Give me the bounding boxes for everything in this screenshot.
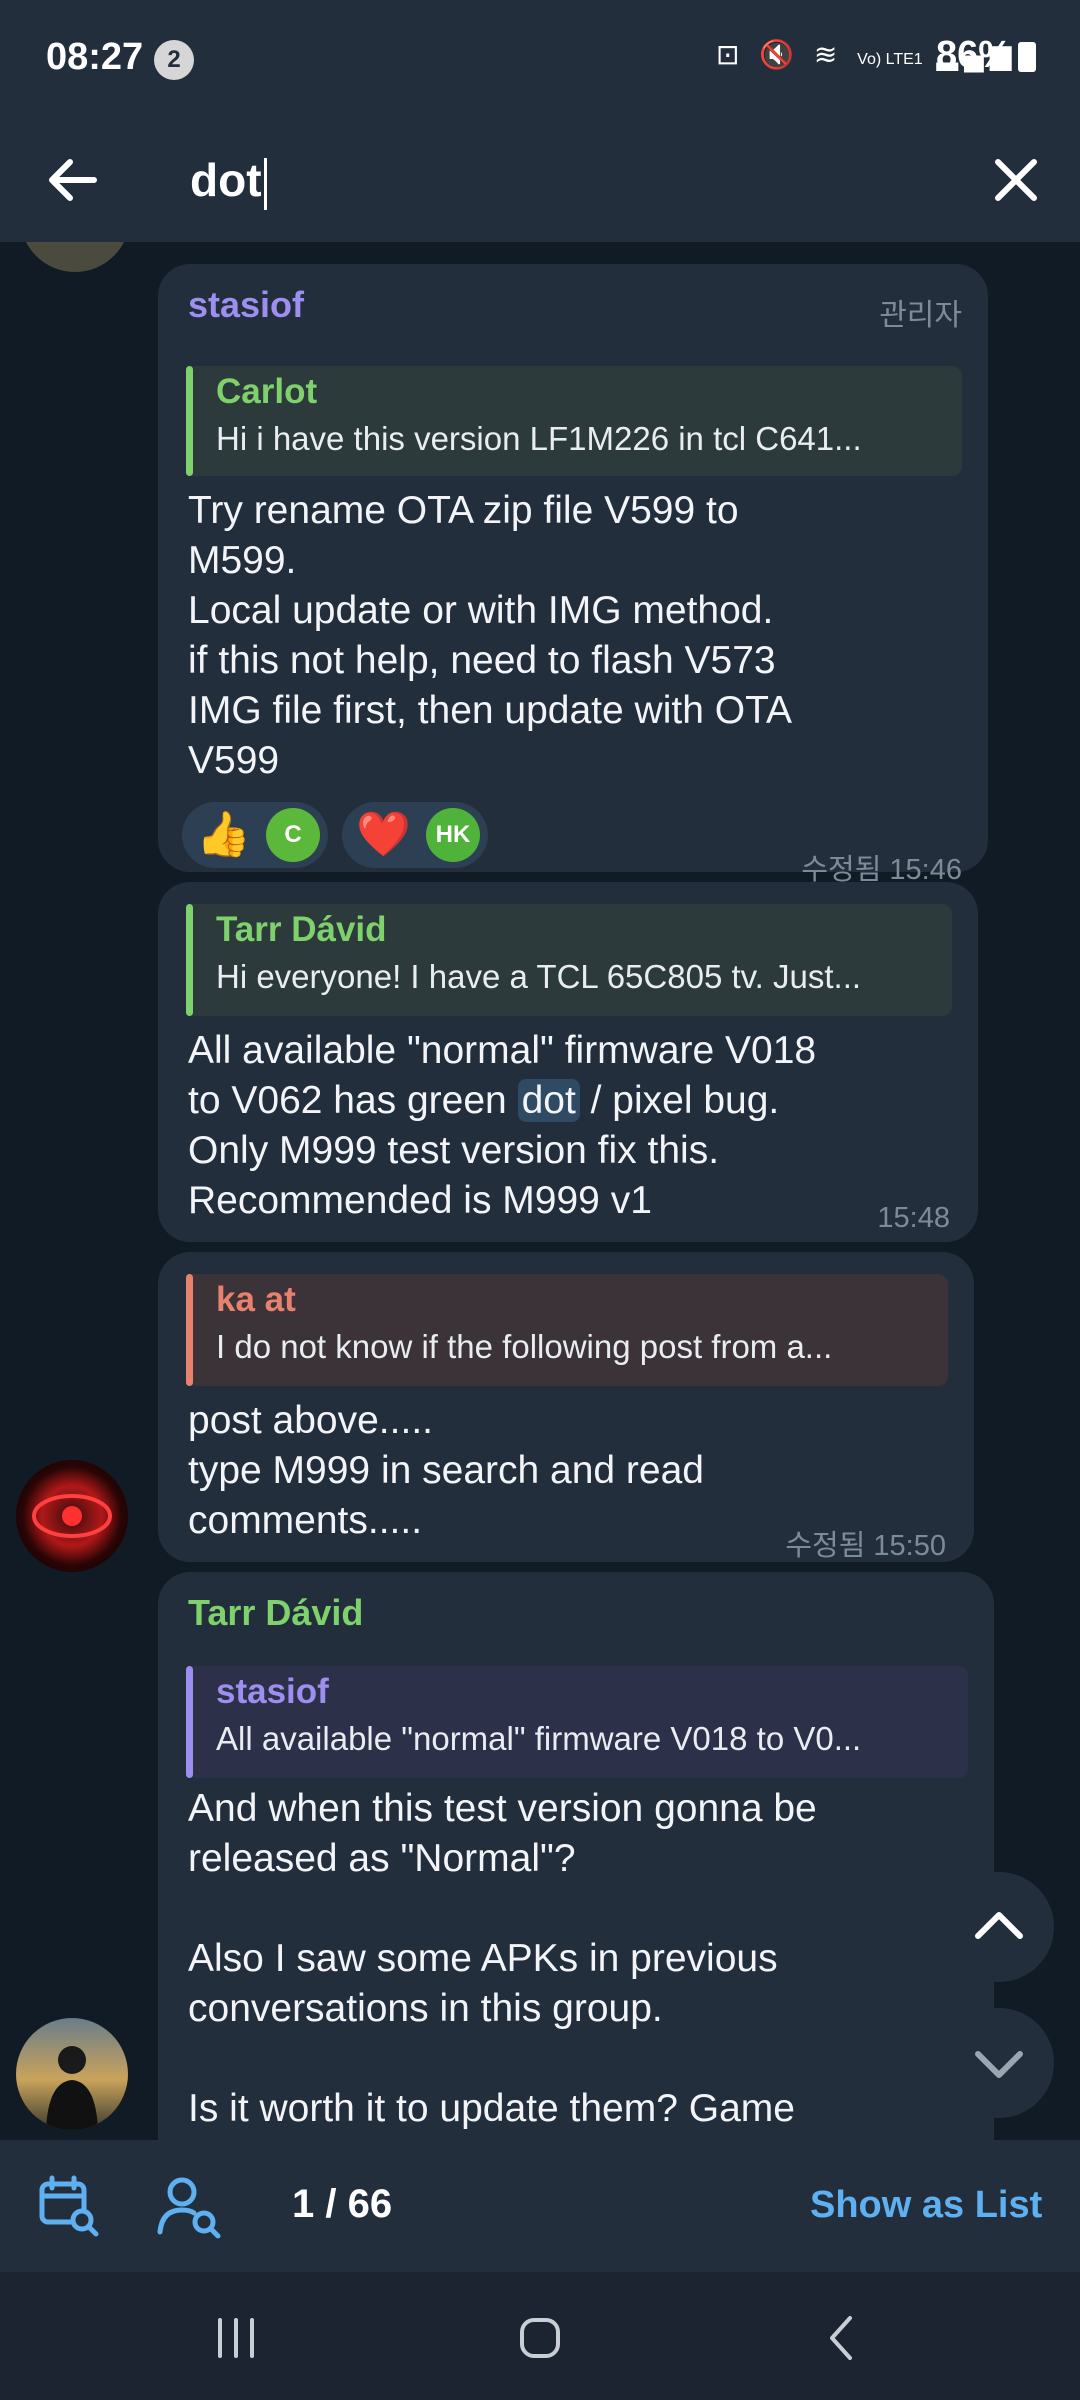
- search-previous-button[interactable]: [944, 1872, 1054, 1982]
- show-as-list-button[interactable]: Show as List: [810, 2184, 1042, 2227]
- recent-apps-button[interactable]: [196, 2308, 276, 2368]
- reply-text: Hi i have this version LF1M226 in tcl C6…: [216, 420, 862, 457]
- reply-preview[interactable]: Carlot Hi i have this version LF1M226 in…: [186, 366, 962, 476]
- mute-icon: 🔇: [759, 39, 801, 70]
- person-photo-icon: [46, 2046, 98, 2130]
- avatar[interactable]: [16, 2018, 128, 2130]
- admin-badge: 관리자: [879, 299, 962, 332]
- reply-text: I do not know if the following post from…: [216, 1328, 833, 1365]
- reply-preview[interactable]: ka at I do not know if the following pos…: [186, 1274, 948, 1386]
- chevron-up-icon: [975, 1912, 1023, 1939]
- system-navigation-bar: [0, 2272, 1080, 2400]
- search-by-member-button[interactable]: [156, 2172, 226, 2242]
- chevron-left-icon: [830, 2316, 852, 2360]
- close-icon: [995, 159, 1037, 201]
- reply-sender: Carlot: [216, 372, 318, 411]
- search-input[interactable]: dot: [190, 142, 970, 218]
- reply-preview[interactable]: stasiof All available "normal" firmware …: [186, 1666, 968, 1778]
- search-result-counter: 1 / 66: [292, 2182, 393, 2226]
- reply-accent-bar: [186, 904, 193, 1016]
- message-bubble[interactable]: Tarr Dávid Hi everyone! I have a TCL 65C…: [158, 882, 978, 1242]
- message-sender[interactable]: stasiof: [188, 284, 304, 326]
- reply-text: Hi everyone! I have a TCL 65C805 tv. Jus…: [216, 958, 862, 995]
- system-back-button[interactable]: [802, 2308, 882, 2368]
- reply-accent-bar: [186, 1274, 193, 1386]
- reply-sender: Tarr Dávid: [216, 910, 387, 949]
- message-sender[interactable]: Tarr Dávid: [188, 1592, 363, 1634]
- reaction-avatar: C: [266, 808, 320, 862]
- reaction-thumbs-up[interactable]: 👍 C: [182, 802, 328, 868]
- message-time: 수정됨 15:50: [785, 1530, 946, 1562]
- wifi-icon: ≋: [813, 39, 844, 70]
- home-icon: [520, 2318, 560, 2358]
- search-results-bar: 1 / 66 Show as List: [0, 2140, 1080, 2272]
- message-text: All available "normal" firmware V018 to …: [188, 1026, 968, 1226]
- calendar-search-icon: [39, 2175, 99, 2237]
- recent-apps-icon: [218, 2318, 254, 2358]
- avatar[interactable]: [16, 1460, 128, 1572]
- search-by-date-button[interactable]: [36, 2174, 102, 2240]
- message-time: 15:48: [877, 1202, 950, 1234]
- message-bubble[interactable]: Tarr Dávid stasiof All available "normal…: [158, 1572, 994, 2140]
- chat-area[interactable]: stasiof 관리자 Carlot Hi i have this versio…: [0, 242, 1080, 2140]
- message-text: Try rename OTA zip file V599 to M599. Lo…: [188, 489, 793, 782]
- battery-icon: [1018, 42, 1036, 72]
- reply-accent-bar: [186, 366, 193, 476]
- reply-accent-bar: [186, 1666, 193, 1778]
- reply-sender: stasiof: [216, 1672, 329, 1711]
- reply-text: All available "normal" firmware V018 to …: [216, 1720, 862, 1757]
- notification-count-badge: 2: [154, 40, 194, 80]
- reaction-avatar: HK: [426, 808, 480, 862]
- home-button[interactable]: [500, 2308, 580, 2368]
- thumbs-up-icon: 👍: [196, 810, 251, 859]
- text-caret: [263, 157, 267, 210]
- message-bubble[interactable]: ka at I do not know if the following pos…: [158, 1252, 974, 1562]
- status-time: 08:27: [46, 36, 144, 78]
- avatar[interactable]: [20, 242, 130, 272]
- status-bar: 08:27 2 ⊡ 🔇 ≋ Vo) LTE1 ▂▄▆ 86%: [0, 0, 1080, 118]
- heart-icon: ❤️: [356, 810, 411, 859]
- message-text: And when this test version gonna be rele…: [188, 1787, 817, 2130]
- message-bubble[interactable]: stasiof 관리자 Carlot Hi i have this versio…: [158, 264, 988, 886]
- chevron-down-icon: [975, 2051, 1023, 2078]
- search-header: dot: [0, 118, 1080, 242]
- volte-label: Vo) LTE1: [857, 51, 923, 68]
- lock-icon: ⊡: [716, 39, 746, 70]
- reaction-heart[interactable]: ❤️ HK: [342, 802, 488, 868]
- arrow-left-icon: [49, 159, 97, 201]
- search-highlight: dot: [517, 1079, 580, 1122]
- eye-logo-icon: [32, 1494, 112, 1538]
- reply-sender: ka at: [216, 1280, 296, 1319]
- search-query-text: dot: [190, 154, 262, 206]
- search-next-button[interactable]: [944, 2008, 1054, 2118]
- user-search-icon: [157, 2177, 221, 2239]
- back-button[interactable]: [34, 140, 114, 220]
- clear-search-button[interactable]: [976, 140, 1056, 220]
- battery-percent: 86%: [936, 34, 1013, 76]
- reply-preview[interactable]: Tarr Dávid Hi everyone! I have a TCL 65C…: [186, 904, 952, 1016]
